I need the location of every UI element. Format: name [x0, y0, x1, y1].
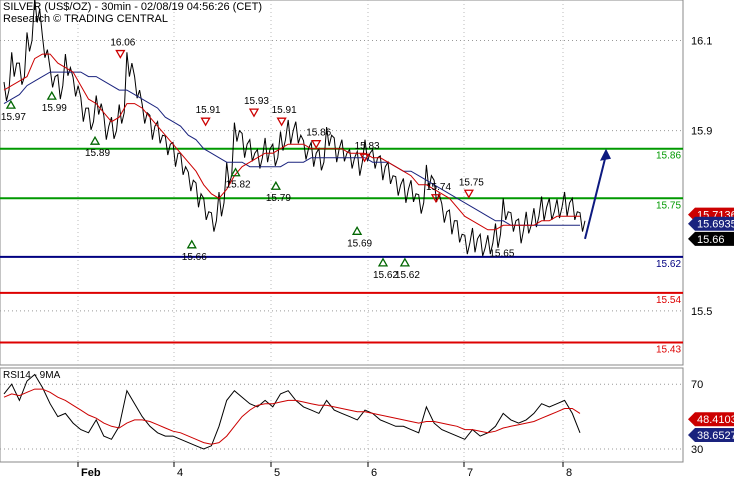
x-tick-label: Feb	[81, 467, 101, 479]
value-tag-label: 15.6935	[697, 219, 735, 231]
current-value-tags: 15.713615.693515.6648.410338.6527	[688, 207, 735, 443]
swing-low-label: 15.89	[85, 148, 110, 159]
value-tag-label: 38.6527	[697, 430, 735, 442]
swing-high-label: 15.75	[459, 177, 484, 188]
swing-low-label: 15.66	[182, 252, 207, 263]
x-tick-label: 7	[467, 467, 473, 479]
swing-low-label: 15.82	[226, 180, 251, 191]
price-tick-label: 16.1	[691, 36, 712, 48]
level-label: 15.86	[656, 151, 681, 162]
swing-high-label: 16.06	[110, 38, 135, 49]
rsi-plot-border	[0, 367, 684, 463]
level-label: 15.75	[656, 200, 681, 211]
swing-high-label: 15.83	[355, 141, 380, 152]
swing-high-label: 15.93	[244, 96, 269, 107]
chart-frame	[0, 0, 684, 463]
rsi-title: RSI14 - 9MA	[3, 370, 61, 381]
value-tag-label: 15.66	[697, 234, 725, 246]
swing-high-label: 15.91	[272, 105, 297, 116]
rsi-tick-label: 30	[691, 444, 703, 456]
price-annotation-label: 15.65	[489, 248, 514, 259]
chart-title: SILVER (US$/OZ) - 30min - 02/08/19 04:56…	[3, 1, 263, 13]
swing-low-label: 15.99	[42, 103, 67, 114]
x-tick-label: 6	[371, 467, 377, 479]
x-tick-label: 5	[274, 467, 280, 479]
level-label: 15.54	[656, 295, 681, 306]
swing-low-label: 15.79	[266, 193, 291, 204]
rsi-tick-label: 70	[691, 379, 703, 391]
chart-source: Research © TRADING CENTRAL	[3, 13, 168, 25]
swing-high-label: 15.91	[196, 105, 221, 116]
x-tick-label: 8	[566, 467, 572, 479]
price-tick-label: 15.5	[691, 306, 712, 318]
swing-low-label: 15.97	[1, 112, 26, 123]
x-tick-label: 4	[177, 467, 183, 479]
chart-canvas: 15.8615.7515.6215.5415.43 15.9715.9915.8…	[0, 0, 735, 479]
level-label: 15.43	[656, 344, 681, 355]
swing-low-label: 15.69	[347, 238, 372, 249]
value-tag-label: 48.4103	[697, 414, 735, 426]
swing-high-label: 15.86	[306, 128, 331, 139]
price-plot-border	[0, 0, 684, 366]
swing-low-label: 15.62	[395, 270, 420, 281]
price-tick-label: 15.9	[691, 126, 712, 138]
swing-high-label: 15.74	[426, 182, 451, 193]
level-label: 15.62	[656, 259, 681, 270]
